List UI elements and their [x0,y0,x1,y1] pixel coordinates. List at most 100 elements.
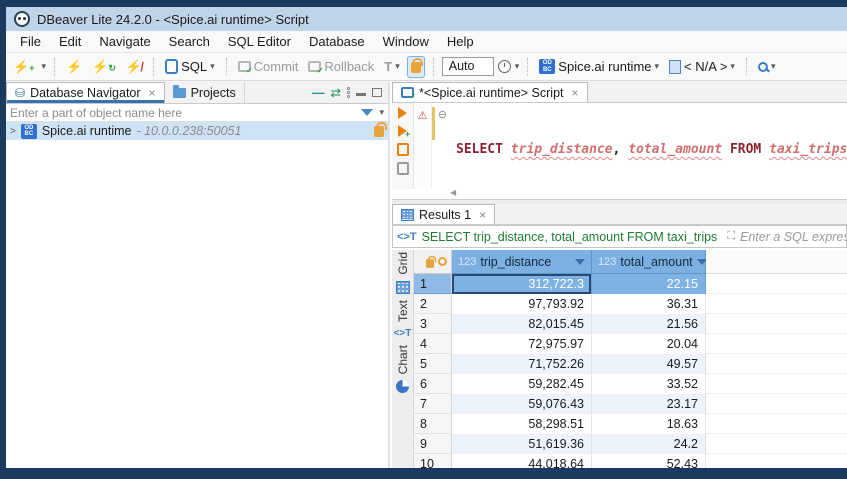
transaction-clock-icon[interactable] [498,60,511,73]
grid-corner-cell[interactable] [414,250,452,274]
menu-database[interactable]: Database [301,32,373,51]
grid-view-icon[interactable] [396,281,410,294]
text-view-icon[interactable]: <>T [394,328,412,339]
cell-trip-distance[interactable]: 312,722.3 [452,274,592,294]
connect-button[interactable]: ⚡ [63,58,85,75]
cell-total-amount[interactable]: 18.63 [592,414,706,434]
new-connection-button[interactable]: ⚡+ [10,58,37,75]
cell-total-amount[interactable]: 36.31 [592,294,706,314]
connection-tree-item[interactable]: > ODBC Spice.ai runtime - 10.0.0.238:500… [6,122,388,140]
dbeaver-logo-icon [14,11,30,27]
execute-new-tab-button[interactable] [398,125,407,137]
row-number[interactable]: 3 [414,314,452,334]
cell-total-amount[interactable]: 20.04 [592,334,706,354]
cell-total-amount[interactable]: 49.57 [592,354,706,374]
tab-script[interactable]: *<Spice.ai runtime> Script × [392,82,588,102]
row-filler [706,374,847,394]
rollback-button[interactable]: Rollback [305,57,377,76]
cell-trip-distance[interactable]: 51,619.36 [452,434,592,454]
cell-total-amount[interactable]: 33.52 [592,374,706,394]
menu-search[interactable]: Search [161,32,218,51]
row-number[interactable]: 2 [414,294,452,314]
menu-sql-editor[interactable]: SQL Editor [220,32,299,51]
execute-script-button[interactable] [397,143,409,156]
menu-window[interactable]: Window [375,32,437,51]
cell-trip-distance[interactable]: 58,298.51 [452,414,592,434]
connection-lock-toggle[interactable] [407,56,425,78]
close-icon[interactable]: × [479,208,486,222]
maximize-icon[interactable] [372,88,382,97]
close-icon[interactable]: × [149,86,156,100]
search-button[interactable]: ▾ [755,59,779,74]
cell-total-amount[interactable]: 21.56 [592,314,706,334]
explain-plan-button[interactable] [397,162,409,175]
close-icon[interactable]: × [572,86,579,100]
row-number[interactable]: 9 [414,434,452,454]
tab-results-1[interactable]: Results 1 × [392,204,495,224]
row-number[interactable]: 6 [414,374,452,394]
results-grid-icon [401,209,414,221]
title-bar[interactable]: DBeaver Lite 24.2.0 - <Spice.ai runtime>… [6,7,847,31]
cell-total-amount[interactable]: 52.43 [592,454,706,468]
tab-text[interactable]: Text [396,300,410,322]
view-menu-icon[interactable] [347,87,350,98]
tab-database-navigator-label: Database Navigator [30,86,140,100]
column-header-total-amount[interactable]: 123 total_amount [592,250,706,274]
active-connection-selector[interactable]: ODBC Spice.ai runtime ▾ [536,57,662,76]
row-number[interactable]: 7 [414,394,452,414]
sql-editor-label: SQL [181,59,207,74]
execute-statement-button[interactable] [398,107,407,119]
menu-file[interactable]: File [12,32,49,51]
menu-navigate[interactable]: Navigate [91,32,158,51]
disconnect-button[interactable]: ⚡̸ [123,58,145,75]
tab-database-navigator[interactable]: ⛁ Database Navigator × [6,82,165,103]
cell-total-amount[interactable]: 22.15 [592,274,706,294]
cell-total-amount[interactable]: 24.2 [592,434,706,454]
sql-code[interactable]: SELECT trip_distance, total_amount FROM … [450,103,847,189]
expand-chevron-icon[interactable]: > [10,126,16,137]
new-connection-chevron-icon[interactable]: ▾ [41,61,46,72]
commit-button[interactable]: Commit [235,57,302,76]
cell-trip-distance[interactable]: 82,015.45 [452,314,592,334]
menu-edit[interactable]: Edit [51,32,89,51]
active-schema-selector[interactable]: < N/A > ▾ [666,57,738,76]
row-number[interactable]: 8 [414,414,452,434]
object-filter-input[interactable]: Enter a part of object name here ▾ [6,104,388,122]
transaction-log-button[interactable]: T▾ [381,57,402,76]
filter-chevron-icon[interactable]: ▾ [379,107,384,118]
results-filter-bar[interactable]: <>T SELECT trip_distance, total_amount F… [392,225,847,248]
tab-chart[interactable]: Chart [396,345,410,374]
main-toolbar: ⚡+ ▾ ⚡ ⚡↻ ⚡̸ SQL ▾ Commit Rollback T▾ [6,52,847,81]
tab-grid[interactable]: Grid [396,252,410,275]
rollback-icon [308,61,321,72]
row-number[interactable]: 10 [414,454,452,468]
editor-hscrollbar[interactable]: ◀ [450,189,847,197]
reconnect-button[interactable]: ⚡↻ [89,58,119,75]
chart-pie-icon[interactable] [396,380,409,393]
collapse-all-icon[interactable]: — [312,86,325,100]
sort-icon[interactable] [575,259,585,265]
cell-trip-distance[interactable]: 97,793.92 [452,294,592,314]
clock-chevron-icon[interactable]: ▾ [515,61,520,72]
tab-projects[interactable]: Projects [165,82,245,103]
column-header-trip-distance[interactable]: 123 trip_distance [452,250,592,274]
scroll-left-icon[interactable]: ◀ [450,188,456,197]
cell-trip-distance[interactable]: 59,282.45 [452,374,592,394]
sql-line-1[interactable]: SELECT trip_distance, total_amount FROM … [450,141,847,158]
minimize-icon[interactable] [356,89,366,96]
cell-trip-distance[interactable]: 59,076.43 [452,394,592,414]
cell-trip-distance[interactable]: 44,018.64 [452,454,592,468]
cell-total-amount[interactable]: 23.17 [592,394,706,414]
row-number[interactable]: 5 [414,354,452,374]
cell-trip-distance[interactable]: 71,752.26 [452,354,592,374]
expand-panel-icon[interactable]: ⛶ [727,230,735,243]
commit-mode-combo[interactable]: Auto [442,57,494,76]
menu-help[interactable]: Help [439,32,482,51]
row-number[interactable]: 4 [414,334,452,354]
link-with-editor-icon[interactable]: ⇄ [331,85,341,100]
filter-funnel-icon[interactable] [361,109,373,116]
row-number[interactable]: 1 [414,274,452,294]
fold-collapse-icon[interactable]: ⊖ [438,109,447,121]
cell-trip-distance[interactable]: 72,975.97 [452,334,592,354]
sql-editor-button[interactable]: SQL ▾ [162,57,218,76]
